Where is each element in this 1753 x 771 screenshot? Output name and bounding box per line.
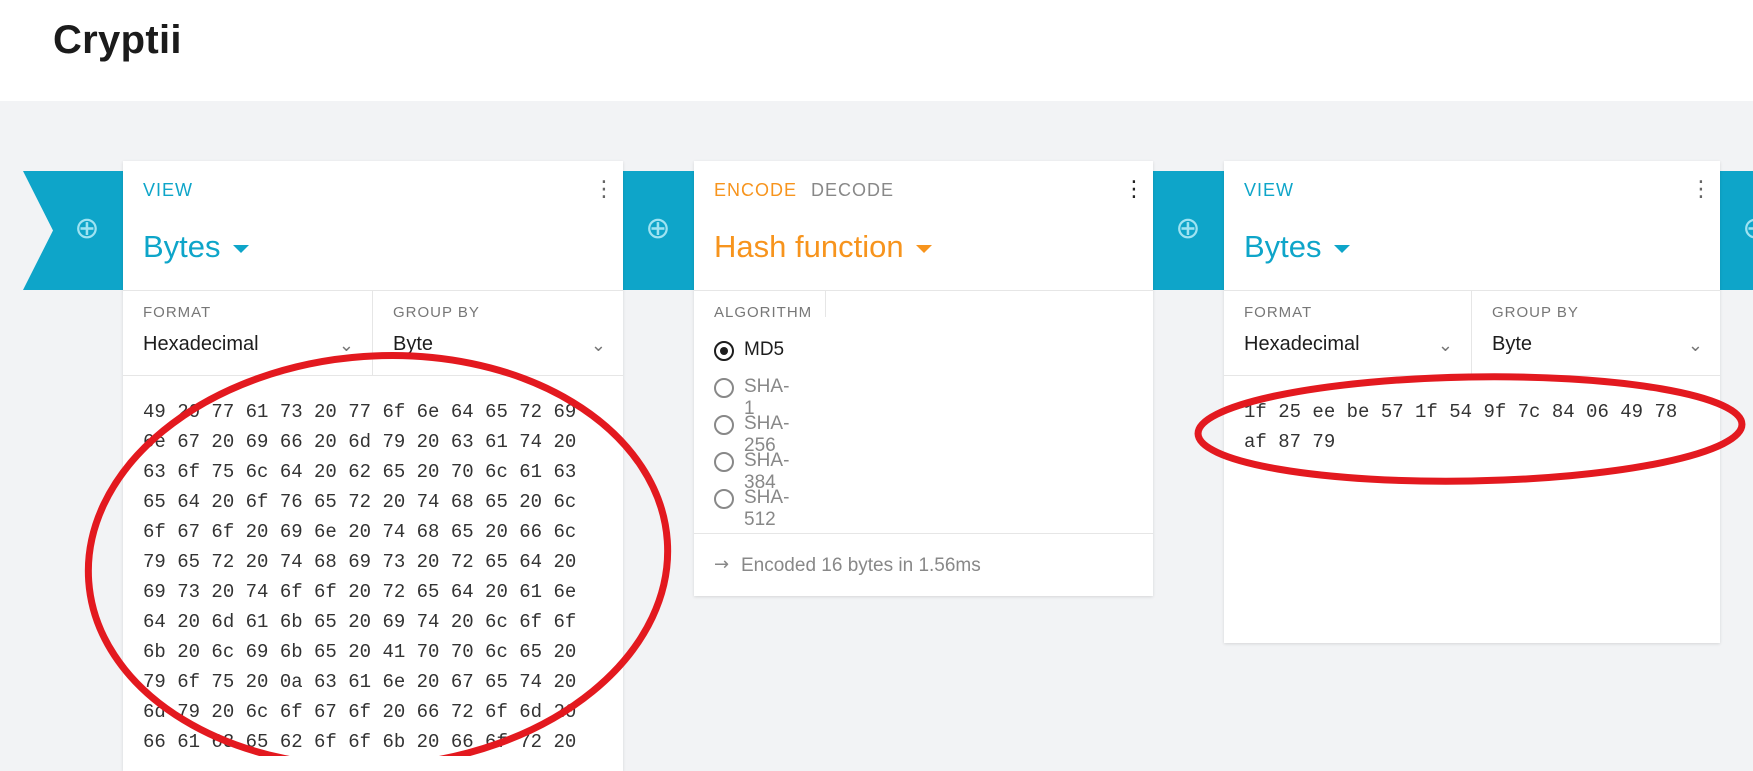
view-label: VIEW (1244, 180, 1295, 200)
brick-title: Bytes (143, 229, 221, 264)
byte-line: 66 61 63 65 62 6f 6f 6b 20 66 6f 72 20 (143, 731, 577, 753)
radio-icon (714, 452, 734, 472)
radio-icon (714, 415, 734, 435)
group-by-select[interactable]: GROUP BY Byte ⌄ (372, 291, 624, 375)
radio-icon (714, 341, 734, 361)
chevron-down-icon: ⌄ (338, 335, 354, 356)
group-by-select[interactable]: GROUP BY Byte ⌄ (1471, 291, 1721, 375)
vertical-dots-icon[interactable]: ⋮ (593, 179, 615, 201)
top-bar: Cryptii (0, 0, 1753, 101)
algorithm-option-label: MD5 (744, 339, 785, 360)
brick-hash-function: ENCODE DECODE ⋮ Hash function ALGORITHM M… (694, 161, 1153, 596)
brick-header: VIEW ⋮ Bytes (123, 161, 623, 291)
brick-title: Hash function (714, 229, 904, 264)
caret-down-icon (1333, 244, 1350, 253)
brick-bytes-output: VIEW ⋮ Bytes FORMAT Hexadecimal ⌄ GROUP … (1224, 161, 1720, 643)
setting-label: GROUP BY (1492, 304, 1579, 321)
pipeline-connector: ⊕ (623, 171, 694, 290)
setting-value: Byte (1492, 333, 1533, 355)
arrow-right-icon: → (714, 554, 730, 575)
brick-header: ENCODE DECODE ⋮ Hash function (694, 161, 1153, 291)
status-text: Encoded 16 bytes in 1.56ms (741, 555, 981, 576)
byte-line: 6e 67 20 69 66 20 6d 79 20 63 61 74 20 (143, 431, 577, 453)
brick-title: Bytes (1244, 229, 1322, 264)
settings-row: FORMAT Hexadecimal ⌄ GROUP BY Byte ⌄ (1224, 291, 1720, 376)
setting-value: Hexadecimal (1244, 333, 1360, 355)
byte-line: 79 6f 75 20 0a 63 61 6e 20 67 65 74 20 (143, 671, 577, 693)
format-select[interactable]: FORMAT Hexadecimal ⌄ (1224, 291, 1471, 375)
brick-title-selector[interactable]: Bytes (143, 229, 249, 265)
chevron-down-icon: ⌄ (1687, 335, 1703, 356)
byte-line: 6d 79 20 6c 6f 67 6f 20 66 72 6f 6d 20 (143, 701, 577, 723)
byte-line: 63 6f 75 6c 64 20 62 65 20 70 6c 61 63 (143, 461, 577, 483)
setting-label: FORMAT (143, 304, 212, 321)
pipeline-connector: ⊕ (1153, 171, 1224, 290)
status-row: → Encoded 16 bytes in 1.56ms (694, 534, 1153, 597)
caret-down-icon (232, 244, 249, 253)
byte-line: af 87 79 (1244, 431, 1336, 453)
brick-title-selector[interactable]: Hash function (714, 229, 932, 265)
brick-mode: ENCODE DECODE (714, 180, 894, 201)
pipeline-connector: ⊕ (1720, 171, 1753, 290)
byte-line: 6b 20 6c 69 6b 65 20 41 70 70 6c 65 20 (143, 641, 577, 663)
setting-value: Hexadecimal (143, 333, 259, 355)
radio-icon (714, 378, 734, 398)
byte-line: 69 73 20 74 6f 6f 20 72 65 64 20 61 6e (143, 581, 577, 603)
vertical-dots-icon[interactable]: ⋮ (1690, 179, 1712, 201)
brick-mode: VIEW (143, 180, 193, 201)
byte-line: 65 64 20 6f 76 65 72 20 74 68 65 20 6c (143, 491, 577, 513)
bytes-textarea[interactable]: 1f 25 ee be 57 1f 54 9f 7c 84 06 49 78 af… (1244, 397, 1677, 457)
add-brick-icon[interactable]: ⊕ (1173, 214, 1203, 244)
app-title: Cryptii (53, 18, 182, 62)
format-select[interactable]: FORMAT Hexadecimal ⌄ (123, 291, 372, 375)
decode-tab[interactable]: DECODE (811, 180, 894, 200)
add-brick-icon[interactable]: ⊕ (643, 214, 673, 244)
brick-bytes-input: VIEW ⋮ Bytes FORMAT Hexadecimal ⌄ GROUP … (123, 161, 623, 771)
add-brick-icon[interactable]: ⊕ (1740, 214, 1753, 244)
chevron-down-icon: ⌄ (1437, 335, 1453, 356)
brick-header: VIEW ⋮ Bytes (1224, 161, 1720, 291)
chevron-down-icon: ⌄ (590, 335, 606, 356)
algorithm-label: ALGORITHM (714, 304, 813, 321)
byte-line: 1f 25 ee be 57 1f 54 9f 7c 84 06 49 78 (1244, 401, 1678, 423)
pipeline-connector: ⊕ (23, 171, 123, 290)
encode-tab[interactable]: ENCODE (714, 180, 797, 200)
setting-label: GROUP BY (393, 304, 480, 321)
setting-value: Byte (393, 333, 434, 355)
brick-mode: VIEW (1244, 180, 1294, 201)
caret-down-icon (915, 244, 932, 253)
byte-line: 64 20 6d 61 6b 65 20 69 74 20 6c 6f 6f (143, 611, 577, 633)
setting-label: FORMAT (1244, 304, 1313, 321)
brick-title-selector[interactable]: Bytes (1244, 229, 1350, 265)
byte-line: 79 65 72 20 74 68 69 73 20 72 65 64 20 (143, 551, 577, 573)
divider (825, 291, 826, 317)
add-brick-icon[interactable]: ⊕ (72, 214, 102, 244)
byte-line: 49 20 77 61 73 20 77 6f 6e 64 65 72 69 (143, 401, 577, 423)
vertical-dots-icon[interactable]: ⋮ (1123, 179, 1145, 201)
view-label: VIEW (143, 180, 194, 200)
bytes-textarea[interactable]: 49 20 77 61 73 20 77 6f 6e 64 65 72 69 6e… (143, 397, 576, 757)
radio-icon (714, 489, 734, 509)
algorithm-option-label: SHA-512 (744, 487, 790, 530)
algorithm-setting: ALGORITHM MD5 SHA-1 SHA-256 SHA-384 SHA-512 (694, 291, 1153, 534)
settings-row: FORMAT Hexadecimal ⌄ GROUP BY Byte ⌄ (123, 291, 623, 376)
byte-line: 6f 67 6f 20 69 6e 20 74 68 65 20 66 6c (143, 521, 577, 543)
